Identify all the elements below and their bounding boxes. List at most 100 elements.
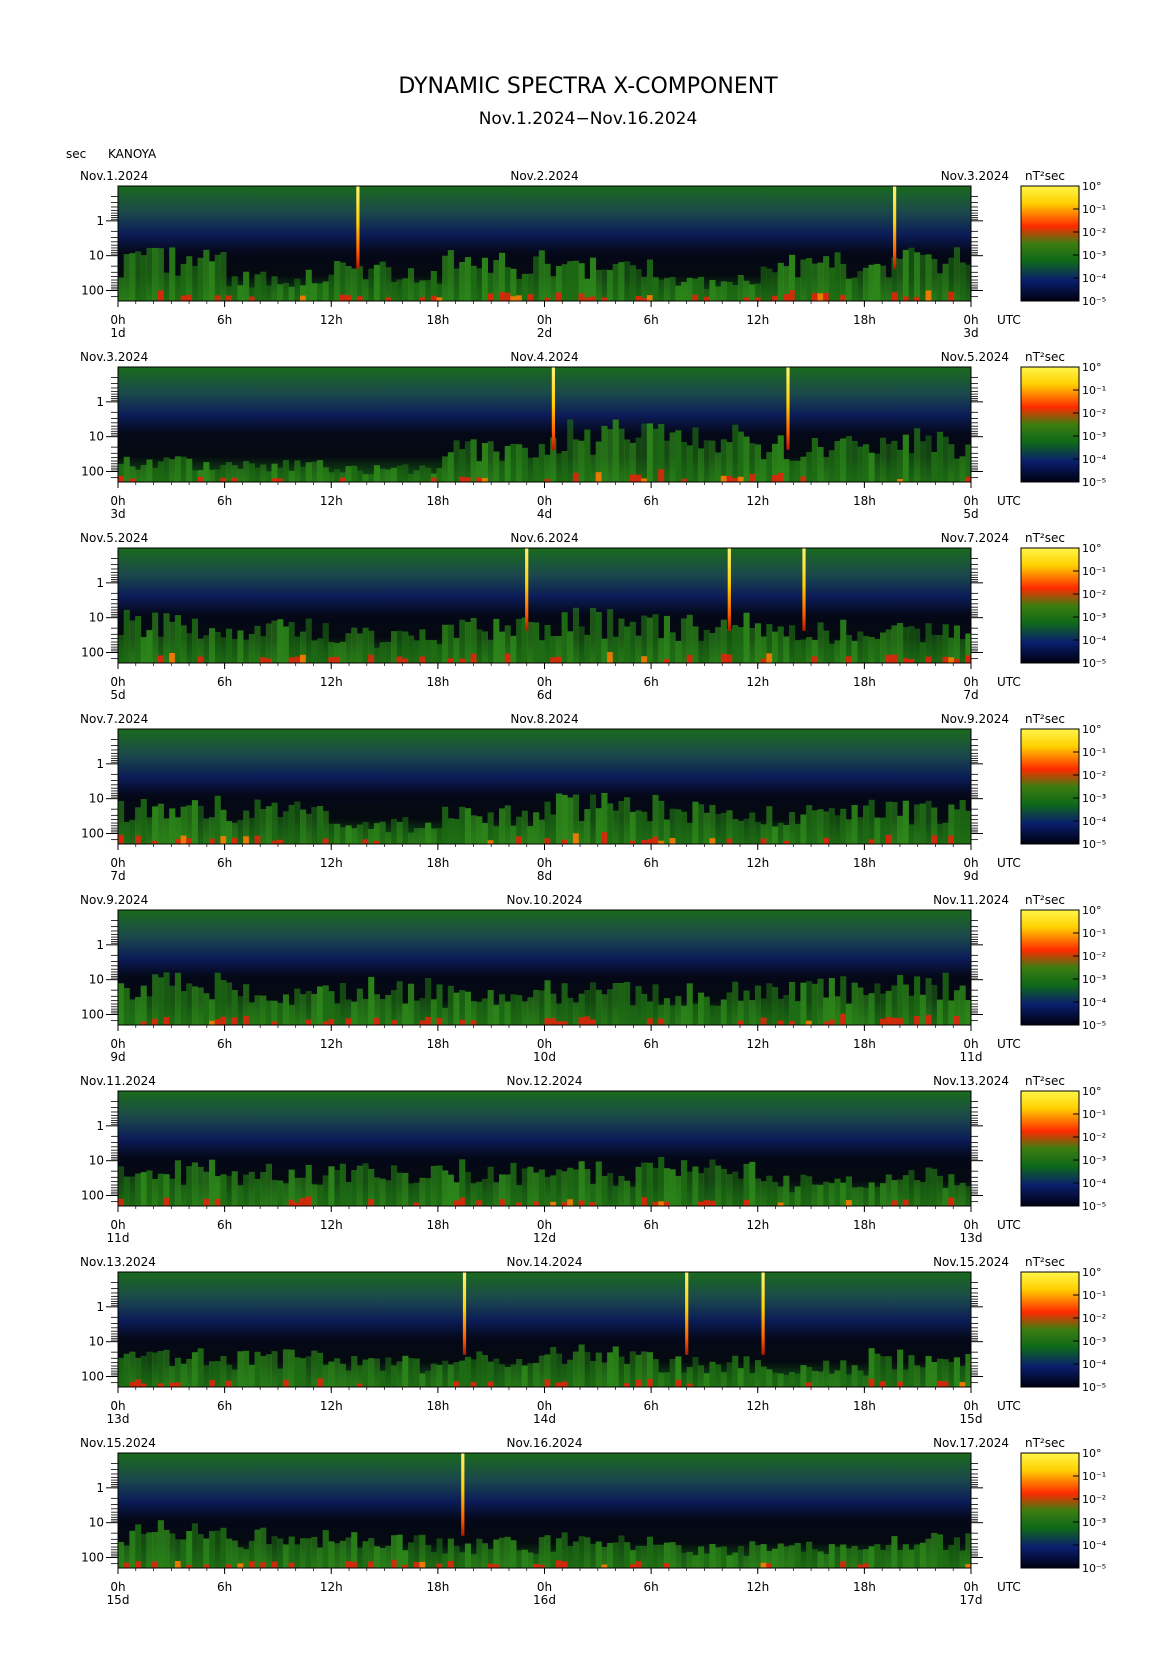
activity-column	[732, 424, 739, 482]
activity-column	[481, 1355, 488, 1387]
activity-column	[601, 1175, 608, 1206]
activity-column	[243, 639, 250, 663]
activity-column	[248, 1171, 255, 1206]
low-freq-burst	[470, 1020, 477, 1025]
activity-column	[180, 1184, 187, 1206]
activity-column	[590, 982, 597, 1025]
colorbar-tick-label: 10⁻²	[1082, 769, 1106, 782]
activity-column	[863, 995, 870, 1025]
activity-column	[658, 638, 665, 663]
activity-column	[493, 259, 500, 301]
colorbar-tick-label: 10⁻¹	[1082, 1289, 1106, 1302]
activity-column	[874, 1186, 881, 1206]
low-freq-burst	[209, 838, 216, 844]
y-tick-label: 1	[96, 214, 104, 228]
x-tick-label: 6h	[217, 1218, 232, 1232]
activity-column	[948, 1361, 955, 1387]
activity-column	[339, 983, 346, 1025]
x-tick-label: 18h	[426, 1580, 449, 1594]
activity-column	[311, 1350, 318, 1387]
activity-column	[459, 806, 466, 844]
activity-column	[868, 799, 875, 844]
colorbar	[1020, 909, 1080, 1026]
x-tick-label: 0h	[963, 675, 978, 689]
activity-column	[863, 267, 870, 301]
activity-column	[868, 452, 875, 482]
activity-column	[152, 247, 159, 301]
activity-column	[379, 1370, 386, 1387]
activity-column	[953, 625, 960, 663]
activity-column	[123, 254, 130, 301]
colorbar	[1020, 547, 1080, 664]
activity-column	[789, 812, 796, 844]
low-freq-burst	[436, 1563, 443, 1568]
activity-column	[322, 467, 329, 482]
activity-column	[749, 1161, 756, 1206]
activity-column	[709, 805, 716, 844]
activity-column	[129, 819, 136, 844]
x-unit-label: UTC	[997, 856, 1021, 870]
activity-column	[726, 1362, 733, 1387]
activity-column	[339, 827, 346, 844]
activity-column	[891, 440, 898, 482]
activity-column	[453, 637, 460, 663]
activity-column	[260, 809, 267, 844]
activity-column	[123, 1353, 130, 1387]
activity-column	[800, 1365, 807, 1387]
activity-column	[897, 449, 904, 482]
low-freq-burst	[726, 654, 733, 663]
activity-column	[578, 1344, 585, 1387]
activity-column	[931, 1362, 938, 1387]
date-right-label: Nov.11.2024	[933, 893, 1009, 907]
activity-column	[925, 1355, 932, 1387]
activity-column	[300, 466, 307, 482]
activity-column	[379, 468, 386, 482]
activity-column	[379, 821, 386, 844]
activity-column	[180, 263, 187, 301]
activity-column	[965, 444, 972, 482]
activity-column	[385, 995, 392, 1025]
activity-column	[681, 1372, 688, 1387]
activity-column	[942, 436, 949, 482]
activity-column	[567, 1546, 574, 1568]
activity-column	[612, 810, 619, 844]
x-unit-label: UTC	[997, 313, 1021, 327]
low-freq-burst	[845, 1200, 852, 1206]
low-freq-burst	[277, 478, 284, 482]
activity-column	[408, 635, 415, 663]
y-tick-label: 100	[81, 465, 104, 479]
activity-column	[499, 1364, 506, 1387]
activity-column	[584, 1537, 591, 1568]
activity-column	[391, 1165, 398, 1206]
colorbar-tick-label: 10⁻³	[1082, 249, 1106, 262]
activity-column	[902, 1369, 909, 1387]
colorbar-tick-label: 10⁻¹	[1082, 1108, 1106, 1121]
activity-column	[754, 623, 761, 663]
activity-column	[203, 1365, 210, 1387]
low-freq-burst	[720, 653, 727, 663]
low-freq-burst	[550, 657, 557, 663]
low-freq-burst	[391, 1559, 398, 1568]
activity-column	[840, 438, 847, 482]
low-freq-burst	[811, 656, 818, 663]
activity-column	[868, 264, 875, 301]
activity-column	[612, 983, 619, 1025]
activity-column	[686, 822, 693, 844]
activity-column	[572, 1541, 579, 1568]
low-freq-burst	[561, 1202, 568, 1206]
low-freq-burst	[209, 1020, 216, 1025]
low-freq-burst	[123, 1562, 130, 1568]
activity-column	[880, 817, 887, 844]
activity-column	[351, 627, 358, 663]
activity-column	[834, 640, 841, 663]
day-right-label: 13d	[960, 1231, 983, 1245]
activity-column	[499, 631, 506, 663]
activity-column	[271, 1351, 278, 1387]
date-left-label: Nov.3.2024	[80, 350, 148, 364]
activity-column	[402, 278, 409, 301]
activity-column	[305, 618, 312, 663]
spectrogram-panel: Nov.9.2024 Nov.10.2024 Nov.11.20241101000h…	[80, 893, 1107, 1064]
activity-column	[373, 1177, 380, 1206]
activity-column	[851, 440, 858, 482]
low-freq-burst	[260, 1562, 267, 1568]
